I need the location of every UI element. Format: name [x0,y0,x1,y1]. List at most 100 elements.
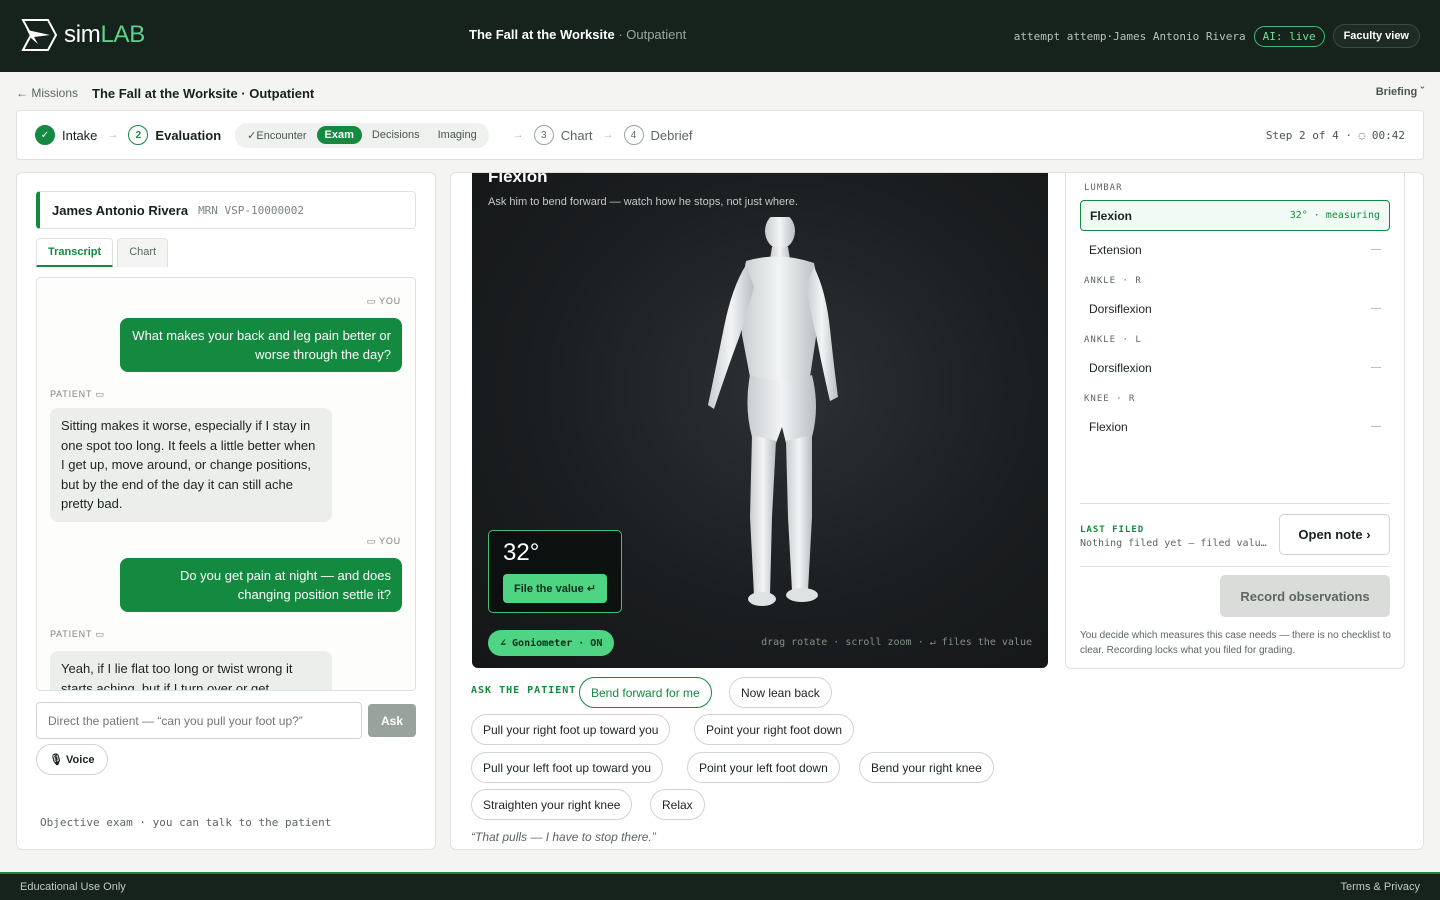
page-title: The Fall at the Worksite · Outpatient [92,85,315,101]
encounter-panel: James Antonio Rivera MRN VSP-10000002 Tr… [16,172,436,850]
tab-chart[interactable]: Chart [117,238,169,267]
last-filed-text: Nothing filed yet — filed values appear … [1080,538,1270,549]
case-setting: · Outpatient [618,27,687,42]
measure-ankle-r-dorsiflexion[interactable]: Dorsiflexion — [1080,293,1390,324]
measure-name: Extension [1089,242,1142,257]
evaluation-subtabs: ✓Encounter Exam Decisions Imaging [235,122,489,148]
arrow-right-icon: → [602,129,614,141]
subtab-encounter[interactable]: ✓Encounter [239,126,314,145]
arrow-right-icon: → [512,129,524,141]
step-label: Debrief [650,127,693,143]
speaker-label-you: ▭ YOU [366,296,401,306]
chip-lean-back[interactable]: Now lean back [729,677,832,708]
chip-point-left-foot-down[interactable]: Point your left foot down [687,752,840,783]
patient-name: James Antonio Rivera [52,202,189,218]
step-label: Chart [560,127,593,143]
transcript-list[interactable]: ▭ YOU What makes your back and leg pain … [36,277,416,691]
goniometer-toggle[interactable]: ∠ Goniometer · ON [488,630,615,656]
back-to-missions-link[interactable]: ← Missions [16,86,78,100]
chip-pull-right-foot-up[interactable]: Pull your right foot up toward you [471,714,671,745]
panel-footer-note: Objective exam · you can talk to the pat… [40,816,332,829]
exam-panel: Flexion Ask him to bend forward — watch … [450,172,1424,850]
divider [1080,566,1390,567]
logo-icon [21,19,58,51]
file-value-button[interactable]: File the value ↵ [503,574,607,603]
subtab-decisions[interactable]: Decisions [364,126,428,144]
goniometer-reading: 32° File the value ↵ [488,530,622,613]
measure-value: 32° · measuring [1289,210,1380,221]
chip-bend-forward[interactable]: Bend forward for me [579,677,712,708]
record-observations-button[interactable]: Record observations [1220,575,1390,617]
breadcrumb: ← Missions The Fall at the Worksite · Ou… [16,84,1424,102]
step-intake[interactable]: ✓ Intake [35,125,97,145]
progress-stepper: ✓ Intake → 2 Evaluation ✓Encounter Exam … [16,110,1424,160]
step-number: 4 [623,125,644,145]
measure-knee-r-flexion[interactable]: Flexion — [1080,411,1390,442]
measure-value: — [1371,303,1381,314]
measure-value: — [1371,362,1381,373]
measure-lumbar-flexion[interactable]: Flexion 32° · measuring [1080,200,1390,231]
voice-button[interactable]: 🎙 Voice [36,744,108,775]
briefing-dropdown[interactable]: Briefing ˇ [1376,86,1424,98]
tab-transcript[interactable]: Transcript [36,238,114,267]
subtab-imaging[interactable]: Imaging [430,126,485,144]
logo-text: simLAB [64,21,145,48]
speaker-label-patient: PATIENT ▭ [50,629,105,639]
terms-privacy-link[interactable]: Terms & Privacy [1341,881,1420,893]
measure-name: Dorsiflexion [1089,301,1152,316]
measure-value: — [1371,244,1381,255]
viewer-title: Flexion [488,172,548,186]
chip-bend-right-knee[interactable]: Bend your right knee [859,752,994,783]
top-bar: simLAB The Fall at the Worksite · Outpat… [0,0,1440,72]
last-filed: LAST FILED Nothing filed yet — filed val… [1080,525,1270,549]
chip-straighten-right-knee[interactable]: Straighten your right knee [471,789,633,820]
group-label-ankle-l: ANKLE · L [1084,335,1142,345]
patient-response-quote: “That pulls — I have to stop there.” [471,830,656,844]
chip-point-right-foot-down[interactable]: Point your right foot down [694,714,855,745]
group-label-ankle-r: ANKLE · R [1084,276,1142,286]
open-note-button[interactable]: Open note › [1279,514,1390,555]
step-label: Intake [62,127,98,143]
ask-row: Ask [36,702,416,739]
measure-ankle-l-dorsiflexion[interactable]: Dorsiflexion — [1080,352,1390,383]
measure-name: Flexion [1089,419,1128,434]
group-label-knee-r: KNEE · R [1084,394,1136,404]
step-debrief[interactable]: 4 Debrief [623,125,693,145]
last-filed-label: LAST FILED [1080,525,1145,535]
3d-viewer[interactable]: Flexion Ask him to bend forward — watch … [472,172,1048,668]
patient-body-model[interactable] [662,217,842,617]
attempt-label: attempt attemp·James Antonio Rivera [1013,29,1246,43]
panel-tabs: Transcript Chart [36,238,169,267]
arrow-right-icon: → [107,129,119,141]
educational-use-label: Educational Use Only [20,881,126,893]
divider [1080,503,1390,504]
message-you: What makes your back and leg pain better… [120,318,402,372]
message-you: Do you get pain at night — and does chan… [120,558,402,612]
measure-name: Flexion [1090,208,1133,223]
faculty-view-button[interactable]: Faculty view [1332,24,1420,48]
message-patient: Yeah, if I lie flat too long or twist wr… [50,651,332,690]
viewer-hint: drag rotate · scroll zoom · ↵ files the … [761,637,1032,648]
check-icon: ✓ [35,125,55,145]
step-label: Evaluation [155,127,222,143]
chip-pull-left-foot-up[interactable]: Pull your left foot up toward you [471,752,664,783]
patient-mrn: MRN VSP-10000002 [198,203,305,217]
subtab-exam[interactable]: Exam [316,126,362,144]
ask-button[interactable]: Ask [368,704,416,737]
app-logo[interactable]: simLAB [20,18,145,52]
ask-the-patient-label: ASK THE PATIENT [471,685,577,696]
measure-lumbar-extension[interactable]: Extension — [1080,234,1390,265]
step-chart[interactable]: 3 Chart [533,125,593,145]
case-title: The Fall at the Worksite · Outpatient [469,27,687,42]
step-evaluation[interactable]: 2 Evaluation [128,125,221,145]
chip-relax[interactable]: Relax [650,789,705,820]
step-number: 2 [128,125,149,145]
ai-status-badge: AI: live [1253,25,1325,47]
step-number: 3 [533,125,554,145]
ask-patient-input[interactable] [36,702,362,739]
group-label-lumbar: LUMBAR [1084,183,1123,193]
viewer-instruction: Ask him to bend forward — watch how he s… [488,196,798,208]
measure-value: — [1371,421,1381,432]
patient-card: James Antonio Rivera MRN VSP-10000002 [36,191,416,229]
speaker-label-you: ▭ YOU [366,536,401,546]
